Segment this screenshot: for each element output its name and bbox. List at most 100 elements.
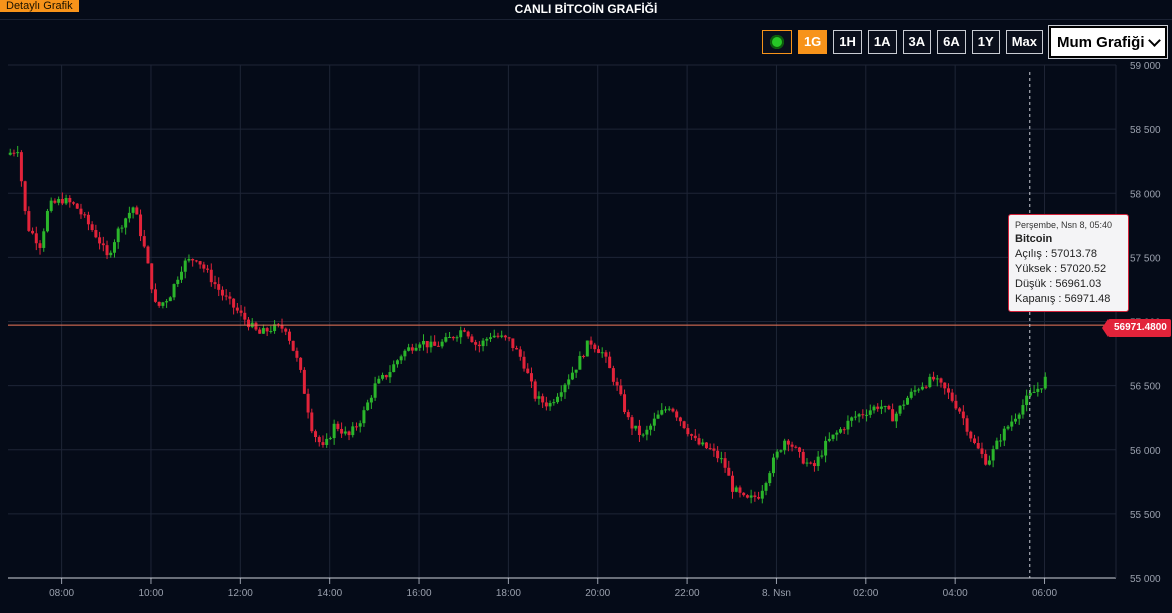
- candle-body: [690, 434, 694, 436]
- candle-body: [626, 412, 630, 418]
- candle-body: [820, 455, 824, 457]
- candle-body: [697, 438, 701, 445]
- candle-body: [101, 243, 105, 246]
- candle-body: [946, 388, 950, 393]
- candle-body: [574, 369, 578, 373]
- candle-body: [109, 252, 113, 256]
- candle-body: [518, 349, 522, 357]
- range-button-max[interactable]: Max: [1005, 30, 1043, 54]
- candle-body: [623, 394, 627, 413]
- candle-body: [317, 437, 321, 443]
- candle-body: [812, 463, 816, 467]
- candle-body: [976, 443, 980, 449]
- candle-body: [354, 426, 358, 428]
- candle-body: [503, 335, 507, 338]
- candle-body: [596, 349, 600, 353]
- candlestick-chart[interactable]: 55 00055 50056 00056 50057 00057 50058 0…: [0, 0, 1172, 613]
- candle-body: [176, 279, 180, 285]
- candle-body: [865, 414, 869, 416]
- chart-type-select[interactable]: Mum Grafiği: [1048, 25, 1168, 59]
- candle-body: [879, 406, 883, 409]
- candle-body: [954, 400, 958, 409]
- candle-body: [611, 368, 615, 382]
- range-button-1a[interactable]: 1A: [867, 30, 897, 54]
- candle-body: [98, 237, 102, 244]
- candle-body: [343, 431, 347, 434]
- range-button-6a[interactable]: 6A: [937, 30, 966, 54]
- y-tick-label: 56 000: [1130, 446, 1161, 457]
- candle-body: [150, 263, 154, 290]
- candle-body: [112, 242, 116, 253]
- candle-body: [1028, 392, 1032, 396]
- x-tick-label: 10:00: [138, 588, 163, 599]
- candle-body: [742, 492, 746, 496]
- y-tick-label: 58 000: [1130, 189, 1161, 200]
- candle-body: [418, 344, 422, 348]
- candle-body: [816, 456, 820, 467]
- live-toggle-button[interactable]: [761, 30, 792, 54]
- candle-body: [745, 495, 749, 498]
- candle-body: [786, 440, 790, 445]
- candle-body: [846, 420, 850, 430]
- candle-body: [987, 460, 991, 465]
- candle-body: [116, 228, 120, 243]
- candle-body: [451, 336, 455, 339]
- candle-body: [827, 438, 831, 441]
- tooltip-timestamp: Perşembe, Nsn 8, 05:40: [1015, 220, 1113, 230]
- candle-body: [235, 307, 239, 311]
- candle-body: [522, 356, 526, 369]
- candle-body: [999, 440, 1003, 442]
- candle-body: [671, 408, 675, 412]
- candle-body: [94, 230, 98, 238]
- x-tick-label: 22:00: [675, 588, 700, 599]
- candle-body: [771, 457, 775, 474]
- candle-body: [932, 376, 936, 380]
- candle-body: [984, 453, 988, 465]
- candle-body: [206, 268, 210, 270]
- candle-body: [731, 475, 735, 492]
- candle-body: [295, 350, 299, 358]
- y-tick-label: 55 500: [1130, 510, 1161, 521]
- candle-body: [965, 418, 969, 432]
- candle-body: [336, 423, 340, 429]
- live-status-icon: [769, 35, 784, 49]
- candle-body: [898, 405, 902, 414]
- y-tick-label: 59 000: [1130, 61, 1161, 72]
- candle-body: [712, 448, 716, 451]
- range-button-1h[interactable]: 1H: [833, 30, 862, 54]
- range-button-3a[interactable]: 3A: [902, 30, 932, 54]
- candle-body: [600, 352, 604, 354]
- x-tick-label: 18:00: [496, 588, 521, 599]
- candle-body: [757, 497, 761, 499]
- candle-body: [913, 390, 917, 392]
- candle-body: [1006, 426, 1010, 429]
- candle-body: [377, 378, 381, 384]
- candle-body: [410, 347, 414, 351]
- candle-body: [131, 207, 135, 213]
- candle-body: [790, 444, 794, 447]
- y-tick-label: 58 500: [1130, 125, 1161, 136]
- candle-body: [232, 298, 236, 308]
- candle-body: [582, 355, 586, 357]
- candle-body: [891, 409, 895, 422]
- candle-body: [853, 416, 857, 418]
- x-tick-label: 14:00: [317, 588, 342, 599]
- candle-body: [831, 434, 835, 439]
- range-button-1y[interactable]: 1Y: [971, 30, 1000, 54]
- candle-body: [258, 329, 262, 334]
- range-button-1g[interactable]: 1G: [797, 30, 828, 54]
- candle-body: [388, 372, 392, 378]
- candle-tooltip: Perşembe, Nsn 8, 05:40 Bitcoin Açılış : …: [1008, 214, 1129, 312]
- candle-body: [1032, 391, 1036, 393]
- candle-body: [19, 152, 23, 182]
- chevron-down-icon: [1148, 33, 1161, 47]
- candle-body: [533, 381, 537, 399]
- candle-body: [83, 214, 87, 216]
- candle-body: [801, 451, 805, 464]
- candle-body: [407, 347, 411, 351]
- candle-body: [924, 386, 928, 388]
- candle-body: [485, 338, 489, 341]
- candle-body: [425, 340, 429, 348]
- candle-body: [284, 328, 288, 332]
- candle-body: [414, 347, 418, 351]
